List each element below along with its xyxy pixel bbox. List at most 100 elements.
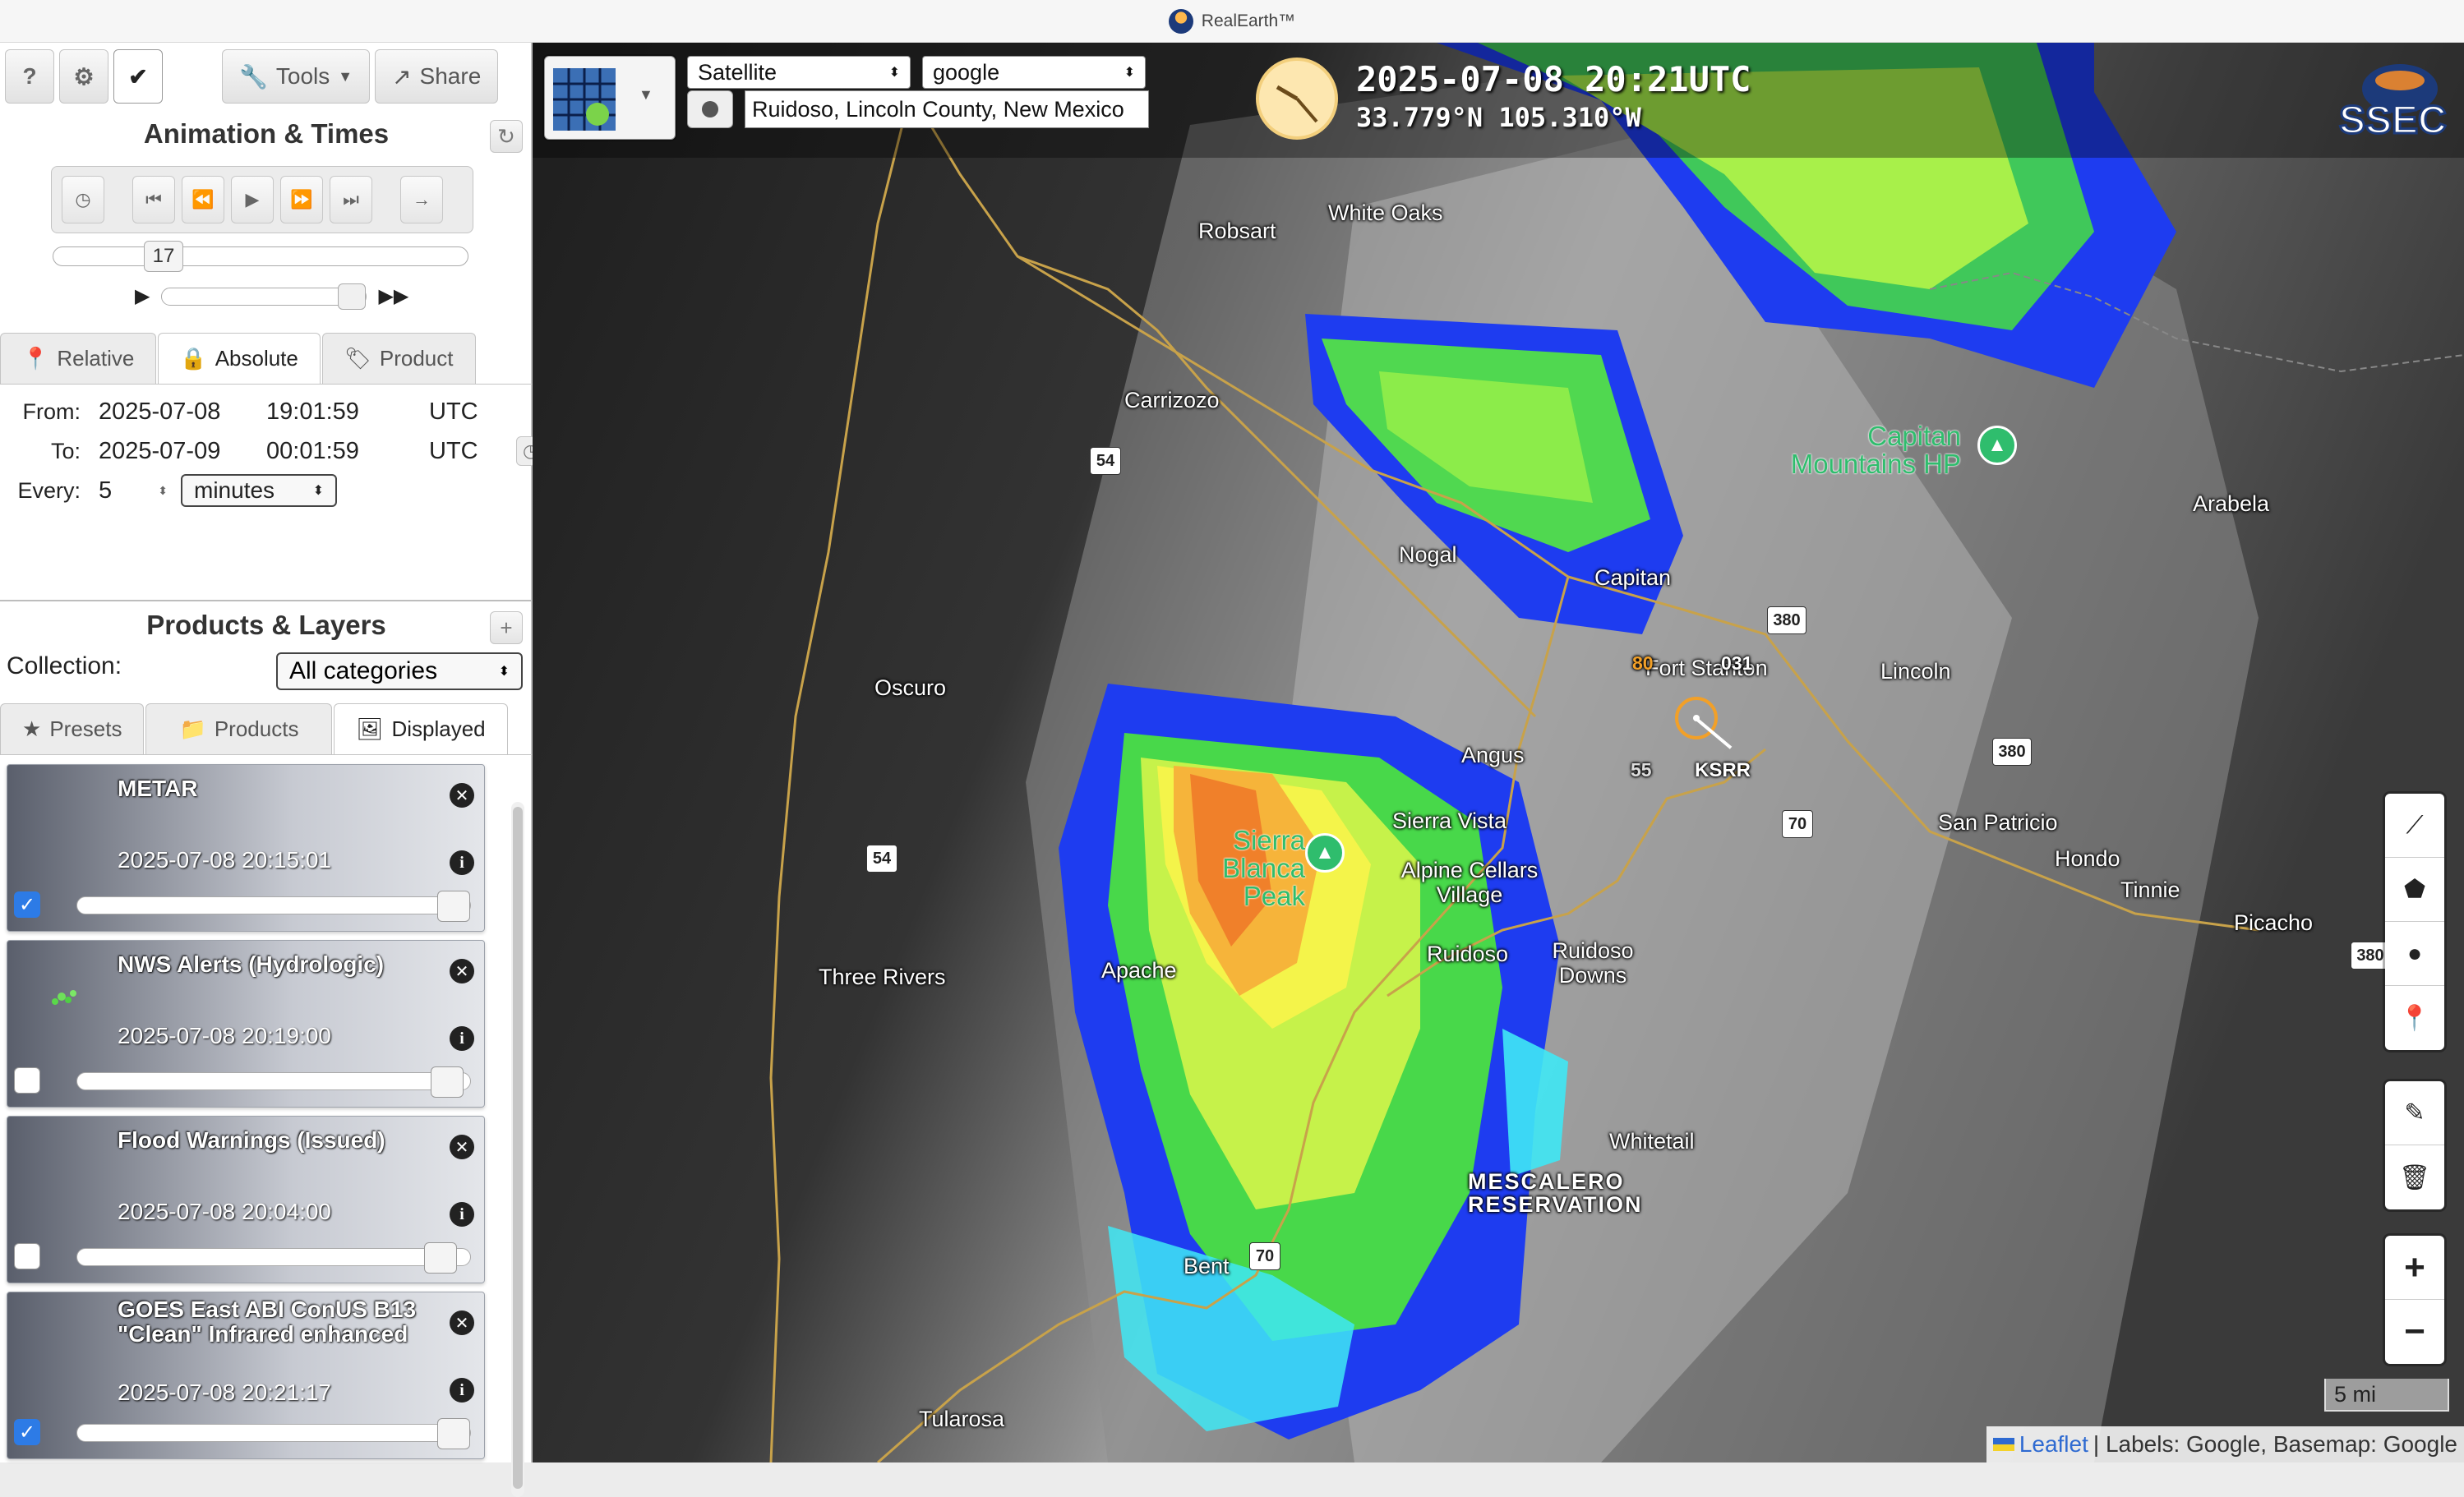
edit-toolbar: ✎ 🗑 (2385, 1081, 2444, 1209)
layer-switcher-button[interactable]: ▼ (544, 56, 676, 140)
tools-button[interactable]: 🔧 Tools ▼ (222, 49, 371, 104)
first-frame-button[interactable]: ⏮ (132, 176, 175, 223)
next-button[interactable]: → (400, 176, 443, 223)
remove-layer-icon[interactable]: ✕ (450, 959, 474, 983)
refresh-icon[interactable]: ↻ (490, 120, 523, 153)
info-icon[interactable]: i (450, 850, 474, 875)
basemap-select-value: google (933, 59, 1000, 85)
leaflet-link[interactable]: Leaflet (2019, 1431, 2088, 1458)
tab-relative-label: Relative (57, 346, 135, 371)
tab-absolute-label: Absolute (215, 346, 298, 371)
layer-visible-checkbox[interactable] (14, 1067, 40, 1094)
place-label: Three Rivers (819, 965, 946, 989)
frame-slider-handle[interactable]: 17 (144, 241, 183, 272)
frame-slider[interactable]: 17 (53, 241, 468, 272)
layer-name: NWS Alerts (Hydrologic) (118, 951, 385, 977)
check-button[interactable]: ✔ (113, 49, 163, 104)
layers-scrollbar-thumb[interactable] (513, 807, 523, 1489)
to-time-input[interactable]: 00:01:59 (260, 435, 416, 468)
attribution-text: | Labels: Google, Basemap: Google (2093, 1431, 2457, 1457)
settings-button[interactable]: ⚙ (59, 49, 108, 104)
folder-icon: 📁 (179, 716, 206, 741)
draw-circle-icon[interactable]: ● (2385, 922, 2444, 986)
ssec-logo-text: SSEC (2339, 99, 2447, 140)
layer-card[interactable]: GOES East ABI ConUS B13 "Clean" Infrared… (7, 1292, 485, 1459)
basemap-select[interactable]: google ⬍ (922, 56, 1146, 89)
add-product-button[interactable]: + (490, 611, 523, 644)
info-icon[interactable]: i (450, 1202, 474, 1227)
peak-marker-icon[interactable]: ▲ (1305, 833, 1345, 873)
tab-absolute[interactable]: 🔒 Absolute (158, 333, 321, 384)
select-arrows-icon: ⬍ (888, 66, 900, 80)
window-title: RealEarth™ (1201, 11, 1296, 30)
zoom-in-button[interactable]: + (2385, 1236, 2444, 1300)
remove-layer-icon[interactable]: ✕ (450, 1310, 474, 1335)
zoom-out-button[interactable]: − (2385, 1300, 2444, 1364)
help-button[interactable]: ? (5, 49, 54, 104)
share-label: Share (419, 63, 482, 89)
draw-line-icon[interactable]: ⟋ (2385, 794, 2444, 858)
every-unit-value: minutes (194, 477, 275, 503)
highway-shield: 380 (1767, 606, 1806, 634)
tab-relative[interactable]: 📍 Relative (0, 333, 157, 384)
layer-card[interactable]: METAR 2025-07-08 20:15:01 ✕ i ✓ (7, 764, 485, 932)
clock-button[interactable]: ◷ (62, 176, 104, 223)
layer-time: 2025-07-08 20:19:00 (118, 1023, 331, 1048)
remove-layer-icon[interactable]: ✕ (450, 783, 474, 808)
step-forward-button[interactable]: ⏩ (280, 176, 323, 223)
park-marker-icon[interactable]: ▲ (1977, 426, 2017, 465)
every-unit-select[interactable]: minutes ⬍ (181, 474, 337, 507)
opacity-slider-handle[interactable] (424, 1242, 457, 1274)
top-toolbar: ? ⚙ ✔ 🔧 Tools ▼ ↗ Share (5, 49, 499, 104)
opacity-slider[interactable] (76, 1418, 471, 1449)
remove-layer-icon[interactable]: ✕ (450, 1135, 474, 1159)
layer-visible-checkbox[interactable] (14, 1243, 40, 1269)
speed-slider-handle[interactable] (338, 283, 367, 310)
clock-icon (1256, 58, 1338, 140)
ssec-logo-icon (1168, 8, 1193, 34)
draw-polygon-icon[interactable]: ⬟ (2385, 858, 2444, 922)
share-button[interactable]: ↗ Share (375, 49, 499, 104)
map-attribution: Leaflet | Labels: Google, Basemap: Googl… (1986, 1426, 2464, 1462)
map-view[interactable]: ▼ Satellite ⬍ google ⬍ Ruidoso, Lincoln Co… (533, 43, 2464, 1462)
opacity-slider[interactable] (76, 1242, 471, 1274)
tab-product[interactable]: 🏷 Product (321, 333, 476, 384)
opacity-slider[interactable] (76, 891, 471, 922)
tab-displayed[interactable]: 🖼 Displayed (334, 703, 508, 754)
opacity-slider-handle[interactable] (437, 891, 470, 922)
place-label: White Oaks (1328, 200, 1443, 225)
info-icon[interactable]: i (450, 1026, 474, 1051)
locate-button[interactable] (687, 90, 733, 128)
last-frame-button[interactable]: ⏭ (330, 176, 372, 223)
to-date-input[interactable]: 2025-07-09 (92, 435, 253, 468)
play-button[interactable]: ▶ (231, 176, 274, 223)
layer-visible-checkbox[interactable]: ✓ (14, 891, 40, 918)
draw-marker-icon[interactable]: 📍 (2385, 986, 2444, 1050)
image-icon: 🖼 (356, 716, 384, 741)
imagery-select[interactable]: Satellite ⬍ (687, 56, 911, 89)
edit-icon[interactable]: ✎ (2385, 1081, 2444, 1145)
location-search-input[interactable]: Ruidoso, Lincoln County, New Mexico (745, 90, 1149, 128)
from-time-input[interactable]: 19:01:59 (260, 395, 416, 428)
tab-presets[interactable]: ★ Presets (0, 703, 145, 754)
station-value: 55 (1631, 759, 1652, 781)
speed-slider[interactable] (161, 283, 367, 310)
info-icon[interactable]: i (450, 1378, 474, 1403)
opacity-slider[interactable] (76, 1066, 471, 1098)
record-icon (702, 101, 718, 117)
place-label: Ruidoso Downs (1552, 938, 1634, 988)
place-label: Nogal (1399, 542, 1457, 567)
from-date-input[interactable]: 2025-07-08 (92, 395, 253, 428)
layers-scrollbar[interactable] (511, 802, 524, 1497)
tab-products[interactable]: 📁 Products (145, 703, 333, 754)
collection-select[interactable]: All categories ⬍ (276, 652, 523, 690)
opacity-slider-handle[interactable] (431, 1066, 464, 1098)
layer-visible-checkbox[interactable]: ✓ (14, 1419, 40, 1445)
layer-card[interactable]: Flood Warnings (Issued) 2025-07-08 20:04… (7, 1116, 485, 1283)
trash-icon[interactable]: 🗑 (2385, 1145, 2444, 1209)
every-value-stepper[interactable]: 5 ⬍ (92, 474, 174, 507)
opacity-slider-handle[interactable] (437, 1418, 470, 1449)
layer-card[interactable]: NWS Alerts (Hydrologic) 2025-07-08 20:19… (7, 940, 485, 1108)
imagery-select-value: Satellite (698, 59, 777, 85)
step-back-button[interactable]: ⏪ (182, 176, 224, 223)
